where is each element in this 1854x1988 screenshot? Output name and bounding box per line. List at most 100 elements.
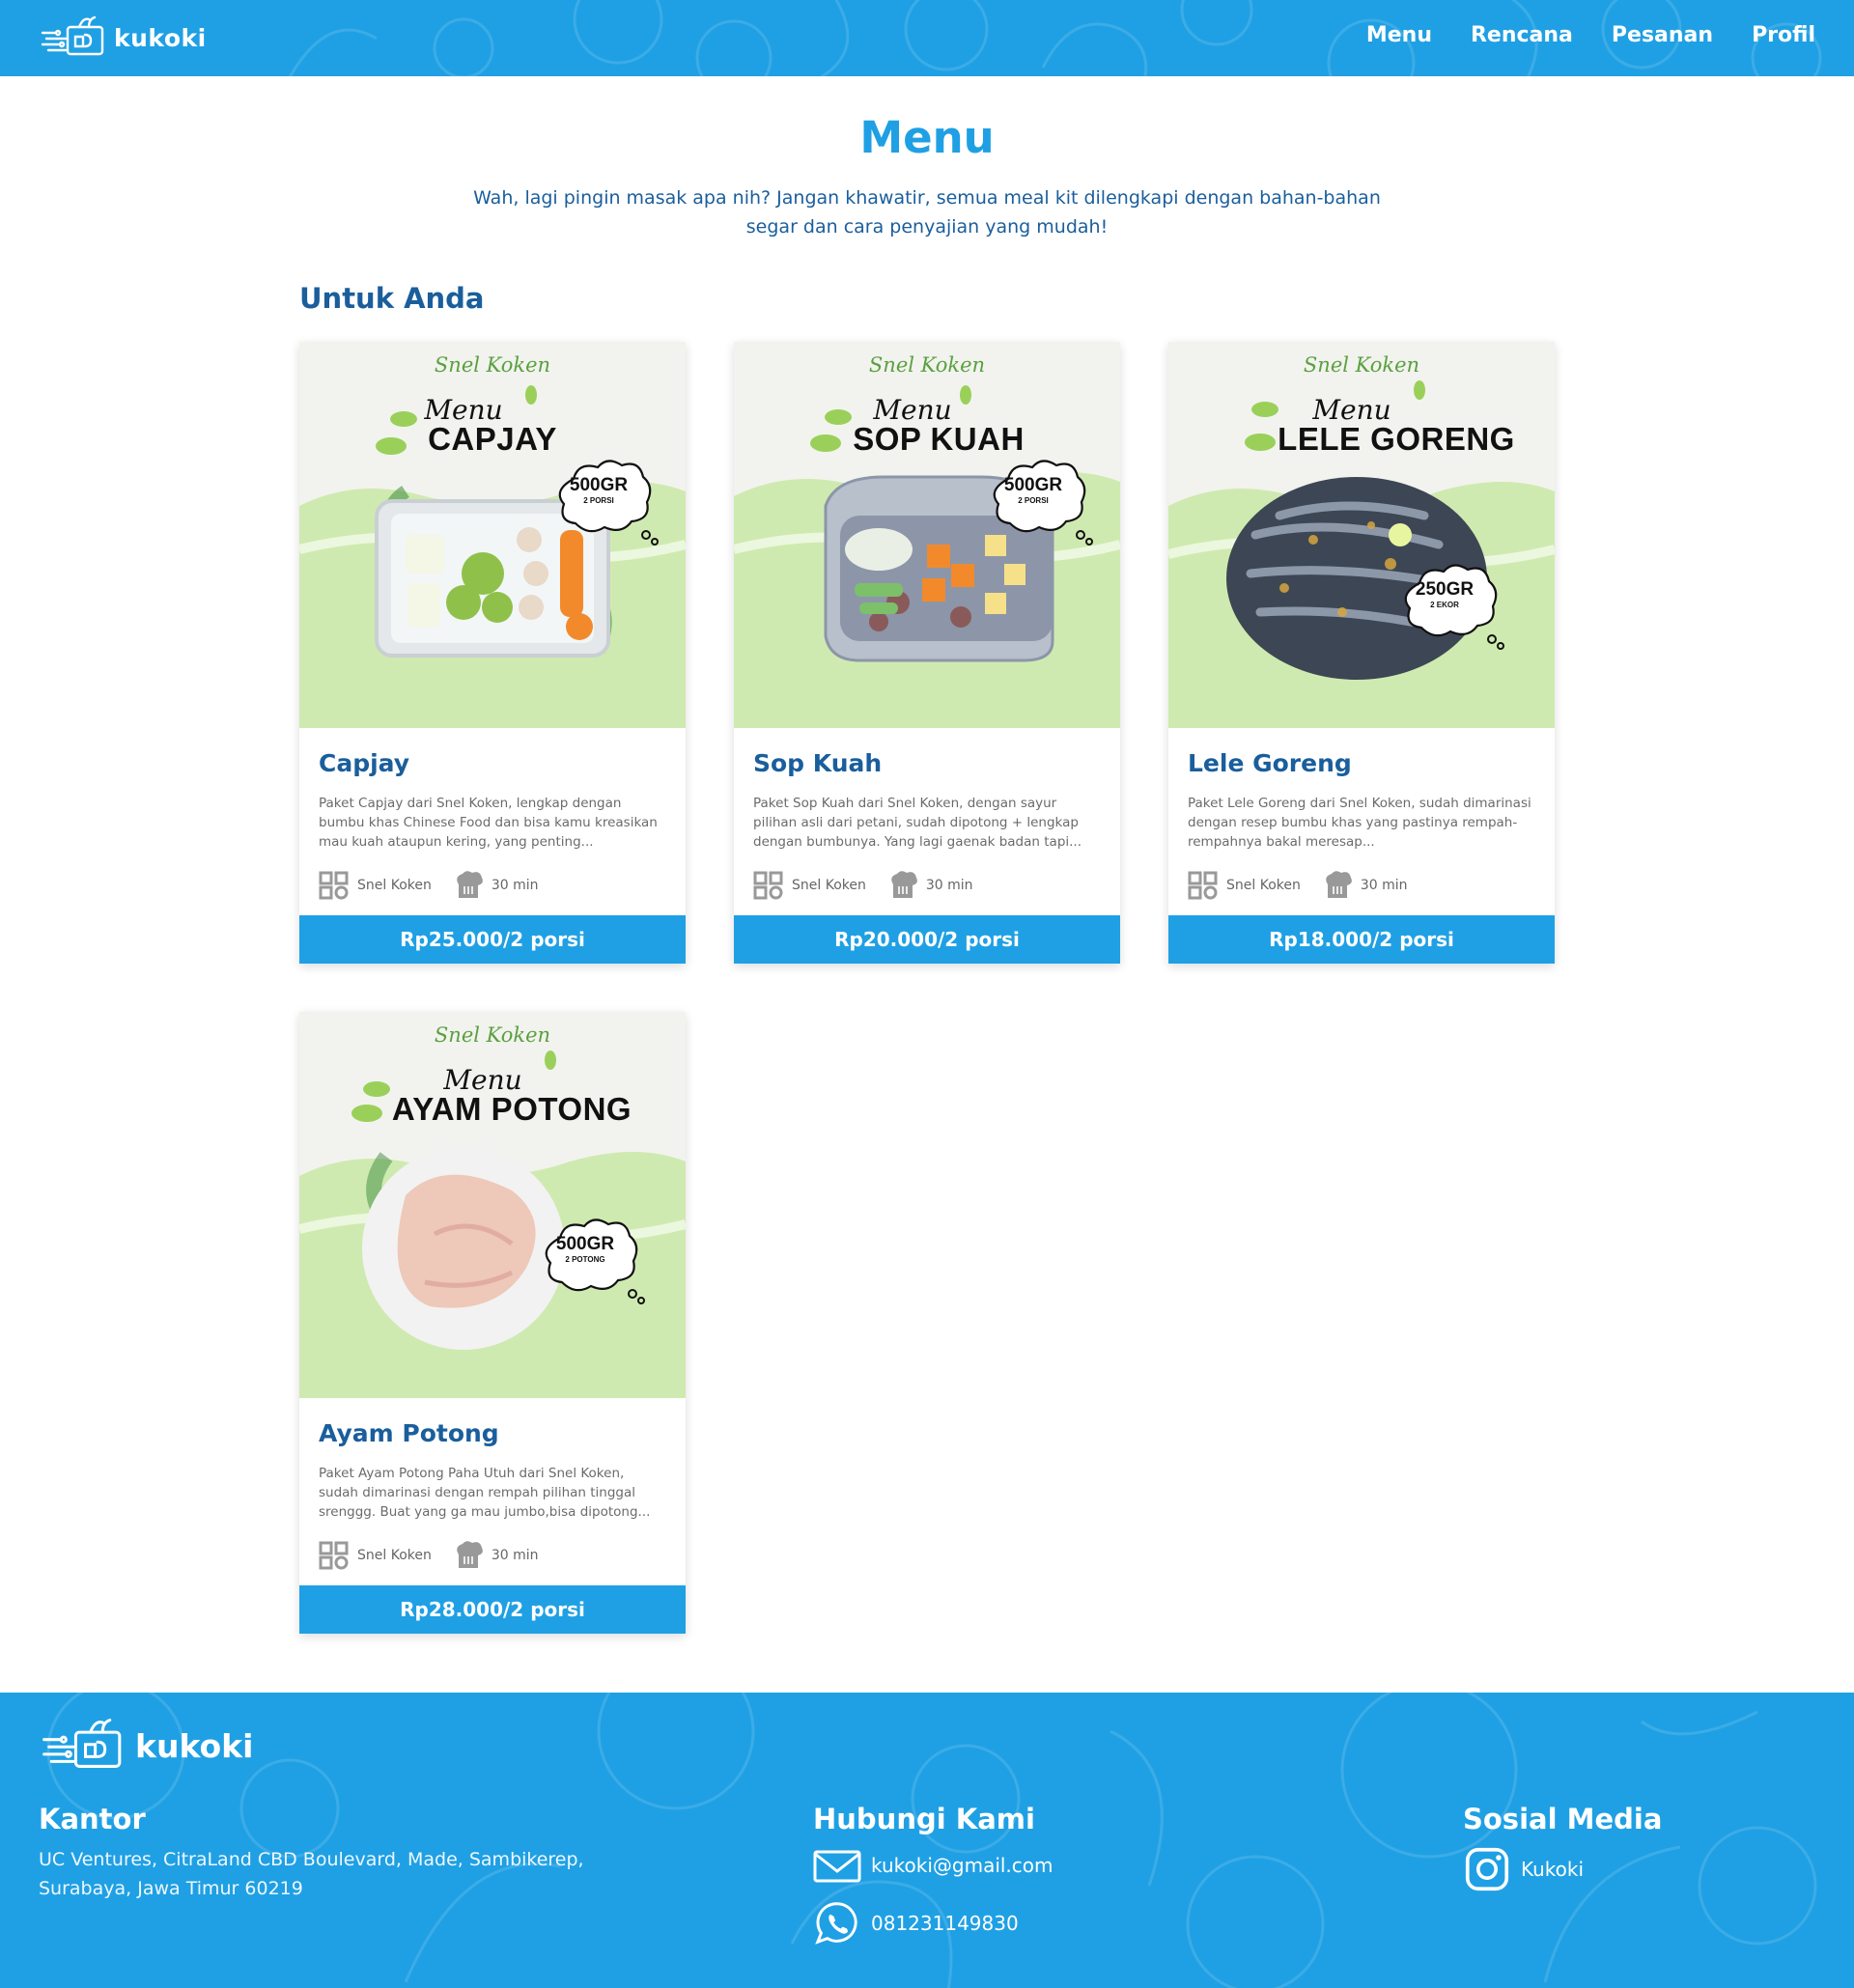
cook-time: 30 min: [925, 878, 973, 893]
instagram-handle[interactable]: Kukoki: [1521, 1858, 1584, 1881]
phone-row[interactable]: 081231149830: [813, 1901, 1053, 1946]
whatsapp-icon: [815, 1902, 857, 1945]
img-product-name: AYAM POTONG: [391, 1091, 632, 1127]
product-meta: Snel Koken 30 min: [753, 871, 995, 900]
nav-profil[interactable]: Profil: [1752, 23, 1815, 47]
time-meta: 30 min: [1322, 871, 1408, 900]
footer-brand-name: kukoki: [135, 1726, 254, 1765]
cook-time: 30 min: [491, 878, 539, 893]
price-button[interactable]: Rp20.000/2 porsi: [734, 915, 1120, 964]
product-image: Snel Koken Menu CAPJAY 500GR 2 PORSI: [299, 342, 686, 728]
product-meta: Snel Koken 30 min: [1188, 871, 1429, 900]
grid-icon: [319, 871, 349, 900]
social-title: Sosial Media: [1463, 1803, 1663, 1835]
product-card-sop-kuah[interactable]: Snel Koken Menu SOP KUAH 500GR 2 PORSI S…: [734, 342, 1120, 964]
img-portion: 2 PORSI: [1018, 496, 1049, 505]
product-meta: Snel Koken 30 min: [319, 871, 560, 900]
product-title[interactable]: Capjay: [319, 749, 409, 777]
img-brand: Snel Koken: [868, 353, 986, 377]
kukoki-logo-icon: [42, 1719, 122, 1768]
product-image: Snel Koken Menu LELE GORENG 250GR 2 EKOR: [1168, 342, 1555, 728]
weight-bubble: 500GR 2 POTONG: [541, 1218, 645, 1304]
time-meta: 30 min: [887, 871, 973, 900]
img-product-name: LELE GORENG: [1278, 421, 1515, 457]
product-card-capjay[interactable]: Snel Koken Menu CAPJAY 500GR 2 PORSI Cap…: [299, 342, 686, 964]
intro-line-2: segar dan cara penyajian yang mudah!: [745, 216, 1109, 238]
img-product-name: CAPJAY: [428, 421, 557, 457]
grid-icon: [1188, 871, 1218, 900]
weight-bubble: 500GR 2 PORSI: [989, 460, 1093, 546]
time-meta: 30 min: [453, 871, 539, 900]
page-title: Menu: [859, 112, 995, 163]
email-row[interactable]: kukoki@gmail.com: [813, 1843, 1053, 1888]
product-description: Paket Capjay dari Snel Koken, lengkap de…: [319, 796, 658, 850]
price-button[interactable]: Rp28.000/2 porsi: [299, 1585, 686, 1634]
intro-line-1: Wah, lagi pingin masak apa nih? Jangan k…: [473, 187, 1381, 209]
grid-icon: [753, 871, 783, 900]
chef-hat-icon: [1326, 871, 1352, 898]
office-address-line-1: UC Ventures, CitraLand CBD Boulevard, Ma…: [39, 1849, 584, 1870]
vendor-name: Snel Koken: [357, 878, 432, 893]
nav-rencana[interactable]: Rencana: [1471, 23, 1573, 47]
nav-pesanan[interactable]: Pesanan: [1612, 23, 1713, 47]
section-title-untuk-anda: Untuk Anda: [299, 282, 485, 315]
office-address-line-2: Surabaya, Jawa Timur 60219: [39, 1878, 303, 1899]
product-meta: Snel Koken 30 min: [319, 1541, 560, 1570]
product-image: Snel Koken Menu SOP KUAH 500GR 2 PORSI: [734, 342, 1120, 728]
vendor-meta: Snel Koken: [319, 871, 432, 900]
product-description: Paket Lele Goreng dari Snel Koken, sudah…: [1188, 796, 1531, 850]
weight-bubble: 250GR 2 EKOR: [1400, 564, 1504, 650]
vendor-meta: Snel Koken: [319, 1541, 432, 1570]
img-weight: 500GR: [569, 475, 629, 495]
email-address[interactable]: kukoki@gmail.com: [871, 1854, 1053, 1877]
brand-name: kukoki: [114, 23, 207, 52]
site-footer: kukoki Kantor UC Ventures, CitraLand CBD…: [0, 1693, 1854, 1988]
product-card-lele-goreng[interactable]: Snel Koken Menu LELE GORENG 250GR 2 EKOR…: [1168, 342, 1555, 964]
footer-office: Kantor UC Ventures, CitraLand CBD Boulev…: [39, 1803, 618, 1903]
cook-time: 30 min: [491, 1548, 539, 1563]
page-intro: Wah, lagi pingin masak apa nih? Jangan k…: [464, 183, 1390, 241]
weight-bubble: 500GR 2 PORSI: [554, 460, 659, 546]
product-title[interactable]: Ayam Potong: [319, 1419, 499, 1447]
main-nav: Menu Rencana Pesanan Profil: [1366, 23, 1815, 47]
product-image: Snel Koken Menu AYAM POTONG 500GR 2 POTO…: [299, 1012, 686, 1398]
phone-number[interactable]: 081231149830: [871, 1912, 1019, 1935]
product-title[interactable]: Sop Kuah: [753, 749, 882, 777]
price-button[interactable]: Rp25.000/2 porsi: [299, 915, 686, 964]
office-title: Kantor: [39, 1803, 146, 1835]
time-meta: 30 min: [453, 1541, 539, 1570]
img-weight: 250GR: [1415, 579, 1475, 600]
brand-logo[interactable]: kukoki: [41, 15, 207, 60]
nav-menu[interactable]: Menu: [1366, 23, 1432, 47]
product-card-ayam-potong[interactable]: Snel Koken Menu AYAM POTONG 500GR 2 POTO…: [299, 1012, 686, 1634]
footer-social: Sosial Media Kukoki: [1463, 1803, 1662, 1891]
chef-hat-icon: [891, 871, 917, 898]
contact-title: Hubungi Kami: [813, 1803, 1035, 1835]
img-brand: Snel Koken: [434, 1023, 551, 1047]
footer-brand[interactable]: kukoki: [41, 1718, 253, 1774]
cook-time: 30 min: [1360, 878, 1408, 893]
vendor-name: Snel Koken: [1226, 878, 1301, 893]
product-title[interactable]: Lele Goreng: [1188, 749, 1352, 777]
vendor-name: Snel Koken: [357, 1548, 432, 1563]
img-portion: 2 PORSI: [583, 496, 614, 505]
envelope-icon: [813, 1850, 861, 1883]
kukoki-logo-icon: [41, 15, 104, 56]
img-brand: Snel Koken: [434, 353, 551, 377]
chef-hat-icon: [457, 871, 483, 898]
img-portion: 2 EKOR: [1430, 601, 1459, 609]
img-weight: 500GR: [555, 1234, 615, 1254]
img-product-name: SOP KUAH: [853, 421, 1025, 457]
vendor-meta: Snel Koken: [1188, 871, 1301, 900]
instagram-row[interactable]: Kukoki: [1463, 1847, 1662, 1891]
product-description: Paket Sop Kuah dari Snel Koken, dengan s…: [753, 796, 1082, 850]
footer-contact: Hubungi Kami kukoki@gmail.com 0812311498…: [813, 1803, 1053, 1946]
price-button[interactable]: Rp18.000/2 porsi: [1168, 915, 1555, 964]
office-address: UC Ventures, CitraLand CBD Boulevard, Ma…: [39, 1845, 618, 1903]
grid-icon: [319, 1541, 349, 1570]
top-navbar: kukoki Menu Rencana Pesanan Profil: [0, 0, 1854, 76]
img-portion: 2 POTONG: [565, 1255, 605, 1264]
product-description: Paket Ayam Potong Paha Utuh dari Snel Ko…: [319, 1466, 651, 1520]
vendor-name: Snel Koken: [792, 878, 866, 893]
img-weight: 500GR: [1003, 475, 1063, 495]
